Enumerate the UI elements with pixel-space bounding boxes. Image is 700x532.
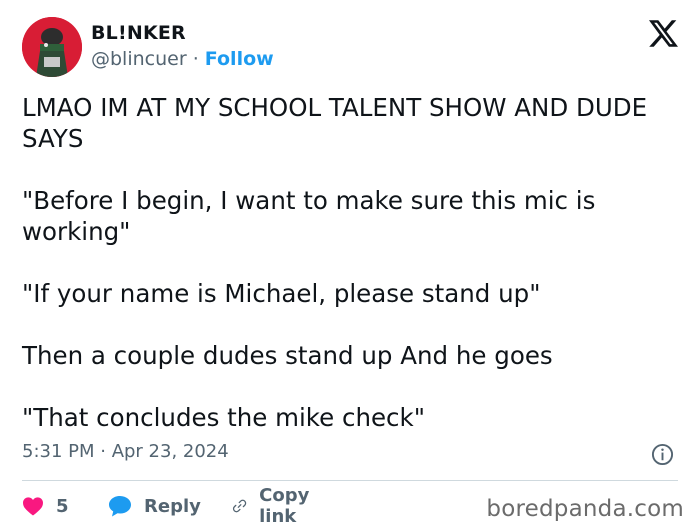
tweet-paragraph: Then a couple dudes stand up And he goes xyxy=(22,341,553,370)
tweet-paragraph: "Before I begin, I want to make sure thi… xyxy=(22,186,596,246)
tweet-paragraph: "That concludes the mike check" xyxy=(22,403,425,432)
watermark: boredpanda.com xyxy=(486,496,684,522)
tweet-text: LMAO IM AT MY SCHOOL TALENT SHOW AND DUD… xyxy=(22,92,682,464)
avatar-image xyxy=(22,17,82,77)
reply-bubble-icon xyxy=(109,496,131,517)
author-handle[interactable]: @blincuer xyxy=(91,48,187,70)
follow-button[interactable]: Follow xyxy=(205,48,274,70)
x-logo-icon[interactable] xyxy=(649,20,678,47)
copy-link-label: Copy link xyxy=(259,485,310,527)
like-count: 5 xyxy=(56,495,69,517)
reply-label: Reply xyxy=(144,495,201,517)
author-name[interactable]: BL!NKER xyxy=(91,22,186,44)
tweet-card: BL!NKER @blincuer · Follow LMAO IM AT MY… xyxy=(0,0,700,532)
copy-link-button[interactable]: Copy link xyxy=(232,485,318,527)
avatar[interactable] xyxy=(22,17,82,77)
divider xyxy=(22,480,678,481)
heart-icon xyxy=(23,497,43,516)
reply-button[interactable]: Reply xyxy=(108,490,201,522)
tweet-timestamp[interactable]: 5:31 PM · Apr 23, 2024 xyxy=(22,441,229,462)
author-meta: @blincuer · Follow xyxy=(91,48,274,70)
link-icon xyxy=(232,499,247,513)
tweet-paragraph: "If your name is Michael, please stand u… xyxy=(22,279,541,308)
like-button[interactable]: 5 xyxy=(22,490,69,522)
info-icon[interactable] xyxy=(651,443,674,466)
meta-separator: · xyxy=(192,48,199,70)
tweet-paragraph: LMAO IM AT MY SCHOOL TALENT SHOW AND DUD… xyxy=(22,93,648,153)
